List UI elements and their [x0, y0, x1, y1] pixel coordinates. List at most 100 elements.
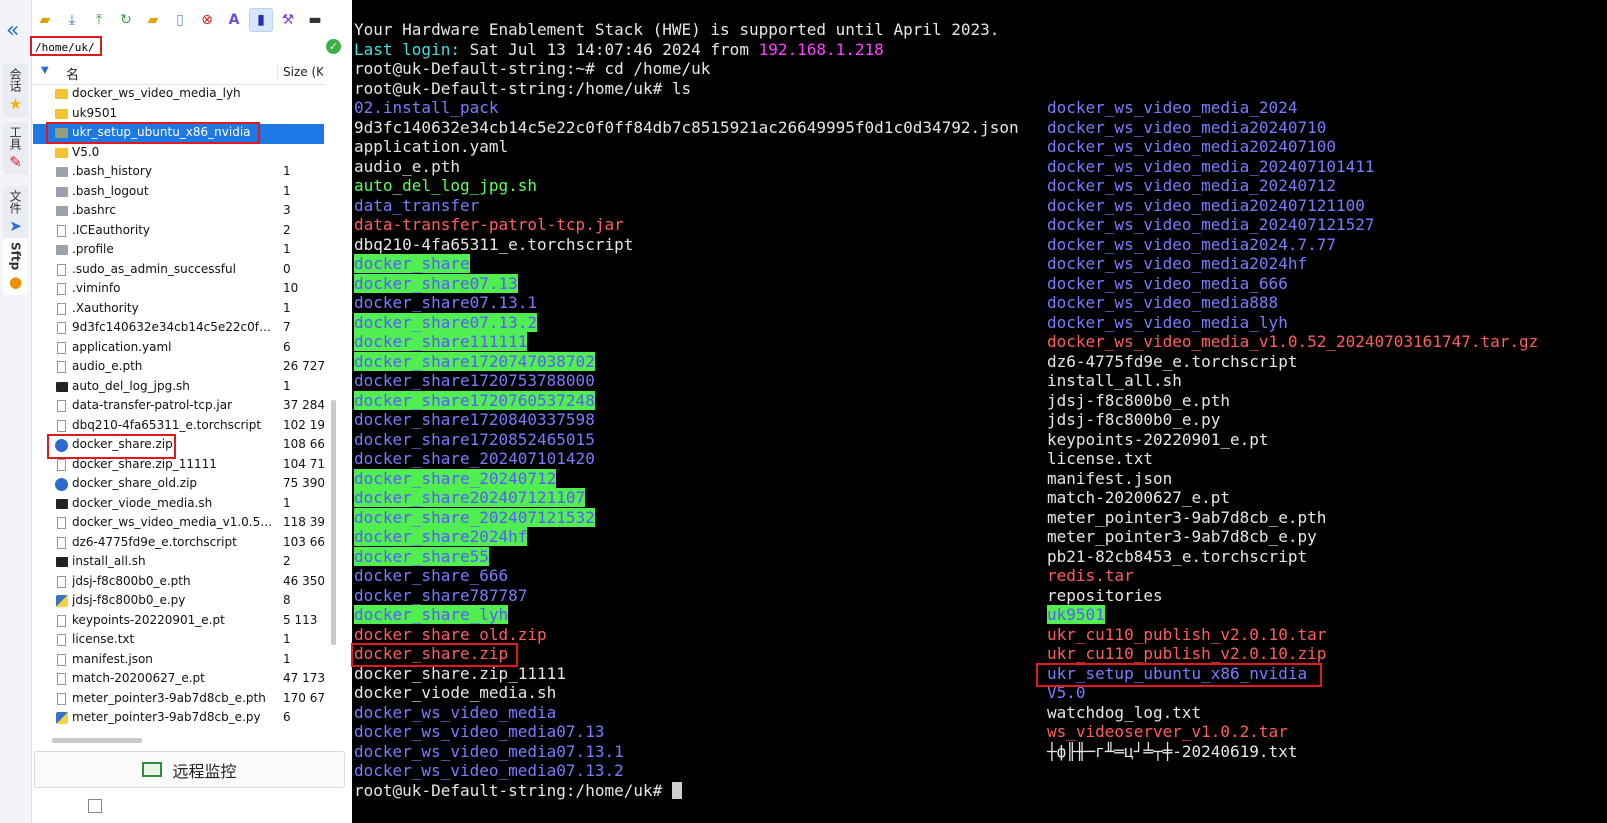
terminal-ls-entry: manifest.json [1047, 469, 1172, 489]
terminal-line: root@uk-Default-string:/home/uk# ls [354, 79, 691, 99]
sort-caret-icon[interactable]: ▼ [41, 65, 49, 76]
file-size: 118 396 [283, 515, 324, 529]
file-row[interactable]: docker_viode_media.sh 1 [33, 495, 324, 515]
file-row[interactable]: ukr_setup_ubuntu_x86_nvidia [33, 124, 324, 144]
terminal-text: docker_ws_video_media2024.7.77 [1047, 234, 1336, 254]
terminal-ls-entry: docker_share1720760537248 [354, 390, 595, 411]
path-input[interactable]: /home/uk/ [30, 36, 102, 56]
file-row[interactable]: uk9501 [33, 105, 324, 125]
terminal-text: docker_ws_video_media07.13.2 [354, 761, 624, 780]
terminal-text: 02.install_pack [354, 98, 499, 117]
file-row[interactable]: application.yaml 6 [33, 339, 324, 359]
file-name: 9d3fc140632e34cb14c5e22c0f0ff8... [72, 320, 274, 334]
file-row[interactable]: license.txt 1 [33, 631, 324, 651]
terminal-text: docker_share1720840337598 [354, 410, 595, 429]
file-row[interactable]: jdsj-f8c800b0_e.py 8 [33, 592, 324, 612]
console-icon[interactable]: ▬ [303, 8, 327, 32]
terminal-text: dz6-4775fd9e_e.torchscript [1047, 351, 1298, 371]
size-column-header[interactable]: Size (KB) [277, 65, 323, 79]
folder-icon [55, 127, 68, 139]
file-row[interactable]: .bash_logout 1 [33, 183, 324, 203]
file-row[interactable]: .bash_history 1 [33, 163, 324, 183]
tab-tools[interactable]: 工具 ✎ [3, 122, 28, 175]
file-row[interactable]: docker_ws_video_media_lyh [33, 85, 324, 105]
terminal-ls-entry: auto_del_log_jpg.sh [354, 176, 537, 196]
vertical-scrollbar[interactable] [331, 400, 336, 645]
terminal-ls-entry: docker_share_666 [354, 566, 508, 586]
terminal-ls-entry: audio_e.pth [354, 157, 460, 177]
file-size: 1 [283, 242, 291, 256]
folder-nav-icon[interactable]: ▰ [33, 8, 57, 32]
file-row[interactable]: .Xauthority 1 [33, 300, 324, 320]
file-row[interactable]: V5.0 [33, 144, 324, 164]
terminal-text: docker_ws_video_media [354, 702, 557, 722]
terminal-text: meter_pointer3-9ab7d8cb_e.py [1047, 527, 1317, 546]
file-size: 104 719 [283, 456, 324, 471]
name-column-header[interactable]: 名 [66, 64, 79, 83]
tab-sessions[interactable]: 会话 ★ [3, 64, 28, 117]
remote-monitor-button[interactable]: 远程监控 [34, 751, 345, 788]
terminal-ls-entry: data_transfer [354, 196, 479, 216]
file-size: 10 [283, 281, 299, 295]
download-icon[interactable]: ⤓ [60, 8, 84, 32]
check-icon[interactable]: ✓ [326, 39, 341, 54]
terminal[interactable]: Your Hardware Enablement Stack (HWE) is … [352, 0, 1607, 823]
file-row[interactable]: .sudo_as_admin_successful 0 [33, 261, 324, 281]
file-row[interactable]: dz6-4775fd9e_e.torchscript 103 668 [33, 534, 324, 554]
bottom-checkbox[interactable] [88, 799, 102, 813]
new-folder-icon[interactable]: ▰ [141, 8, 165, 32]
file-row[interactable]: docker_ws_video_media_v1.0.52... 118 396 [33, 514, 324, 534]
terminal-text: V5.0 [1047, 683, 1086, 702]
text-icon[interactable]: A [222, 8, 246, 32]
terminal-ls-entry: docker_share1720852465015 [354, 430, 595, 450]
delete-icon[interactable]: ⊗ [195, 8, 219, 32]
file-size: 6 [283, 339, 291, 354]
file-row[interactable]: meter_pointer3-9ab7d8cb_e.py 6 [33, 709, 324, 729]
terminal-ls-entry: docker_ws_video_media202407121100 [1047, 196, 1365, 216]
file-row[interactable]: jdsj-f8c800b0_e.pth 46 350 [33, 573, 324, 593]
file-row[interactable]: docker_share.zip 108 662 [33, 436, 324, 456]
file-row[interactable]: keypoints-20220901_e.pt 5 113 [33, 612, 324, 632]
file-row[interactable]: docker_share.zip_11111 104 719 [33, 456, 324, 476]
file-row[interactable]: docker_share_old.zip 75 390 [33, 475, 324, 495]
terminal-prompt-line[interactable]: root@uk-Default-string:/home/uk# [354, 781, 682, 801]
upload-icon[interactable]: ⤒ [87, 8, 111, 32]
terminal-text: docker_share_lyh [354, 605, 509, 624]
terminal-ls-entry: jdsj-f8c800b0_e.py [1047, 410, 1220, 430]
terminal-text: docker_share1720760537248 [354, 390, 595, 410]
file-row[interactable]: meter_pointer3-9ab7d8cb_e.pth 170 673 [33, 690, 324, 710]
terminal-ls-entry: 02.install_pack [354, 98, 499, 118]
file-row[interactable]: .ICEauthority 2 [33, 222, 324, 242]
file-row[interactable]: dbq210-4fa65311_e.torchscript 102 196 [33, 417, 324, 437]
terminal-ls-entry: meter_pointer3-9ab7d8cb_e.pth [1047, 508, 1326, 528]
horizontal-scrollbar[interactable] [52, 738, 142, 743]
file-row[interactable]: .viminfo 10 [33, 280, 324, 300]
file-row[interactable]: manifest.json 1 [33, 651, 324, 671]
file-row[interactable]: 9d3fc140632e34cb14c5e22c0f0ff8... 7 [33, 319, 324, 339]
file-name: manifest.json [72, 651, 153, 666]
file-icon [55, 400, 68, 412]
file-row[interactable]: install_all.sh 2 [33, 553, 324, 573]
file-row[interactable]: .bashrc 3 [33, 202, 324, 222]
sftp-toolbar: ▰ ⤓ ⤒ ↻ ▰ ▯ ⊗ A ▮ ⚒ ▬ [33, 6, 351, 34]
script-icon [55, 556, 68, 568]
file-row[interactable]: audio_e.pth 26 727 [33, 358, 324, 378]
file-icon [55, 302, 68, 315]
tool-icon[interactable]: ⚒ [276, 8, 300, 32]
terminal-cursor [671, 781, 682, 799]
sftp-icon: ● [8, 273, 23, 292]
file-name: .profile [72, 242, 114, 256]
file-row[interactable]: data-transfer-patrol-tcp.jar 37 284 [33, 397, 324, 417]
file-row[interactable]: match-20200627_e.pt 47 173 [33, 670, 324, 690]
refresh-icon[interactable]: ↻ [114, 8, 138, 32]
terminal-text: docker_share_old.zip [354, 624, 547, 644]
new-file-icon[interactable]: ▯ [168, 8, 192, 32]
tab-sftp[interactable]: Sftp ● [3, 238, 28, 296]
terminal-sync-icon[interactable]: ▮ [249, 8, 273, 32]
file-row[interactable]: auto_del_log_jpg.sh 1 [33, 378, 324, 398]
terminal-ls-entry: license.txt [1047, 449, 1153, 469]
file-row[interactable]: .profile 1 [33, 241, 324, 261]
file-size: 1 [283, 632, 291, 646]
tab-files[interactable]: 文件 ➤ [3, 186, 28, 239]
double-chevron-left-icon[interactable]: « [6, 20, 19, 42]
